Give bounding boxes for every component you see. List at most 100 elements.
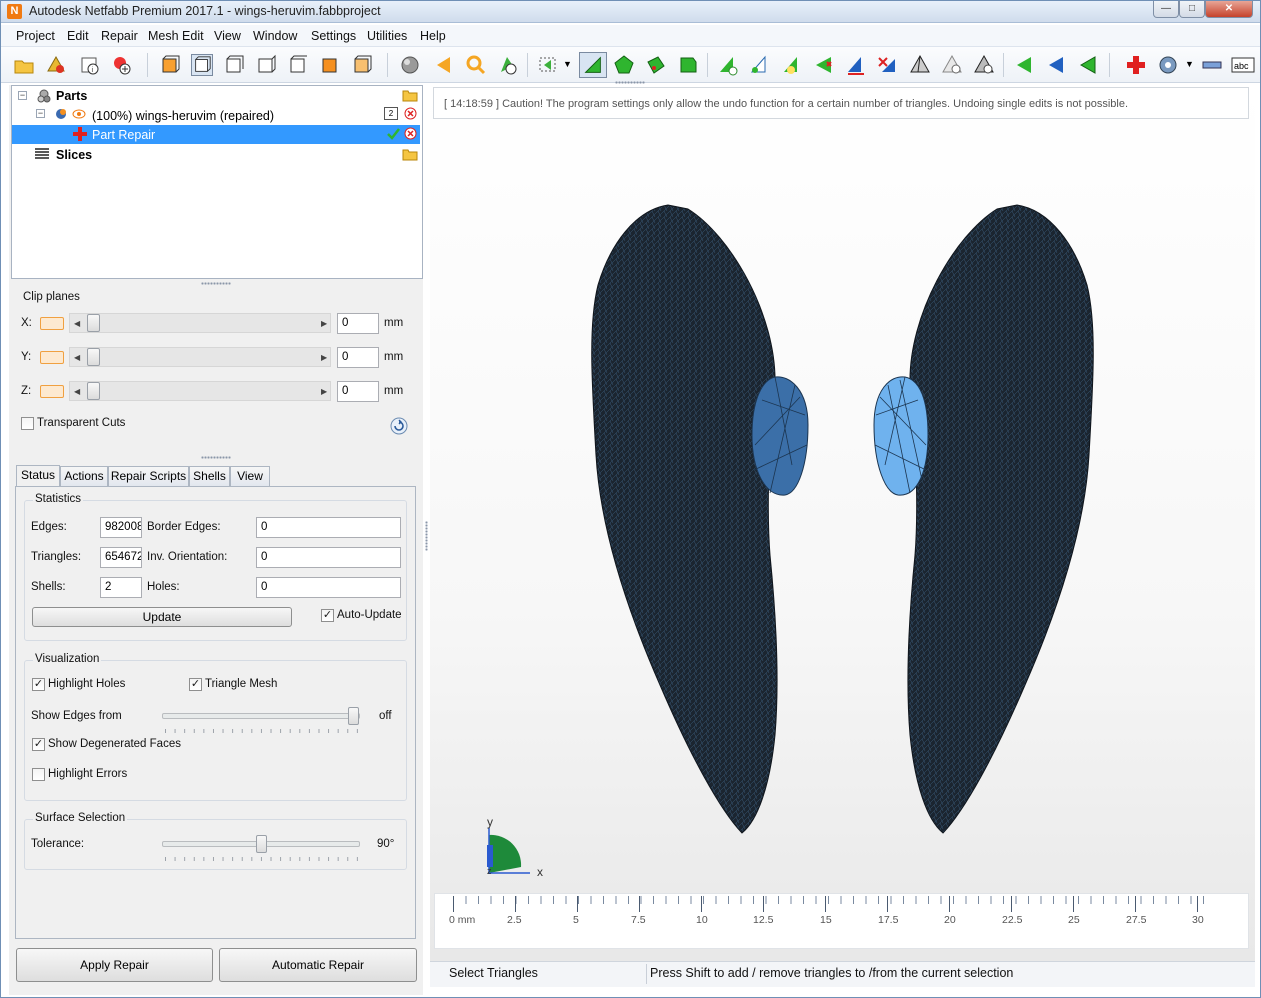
ruler-icon[interactable] [1201,54,1223,76]
clip-z-slider[interactable] [69,381,331,401]
select-shell-icon[interactable] [645,54,667,76]
reset-clip-icon[interactable] [390,417,408,435]
clip-y-right-arrow-icon[interactable]: ▶ [321,353,327,362]
select-mode-icon[interactable] [537,54,559,76]
parts-expander[interactable]: − [18,91,27,100]
menu-project[interactable]: Project [16,29,55,43]
select-surface-icon[interactable] [613,54,635,76]
parts-label[interactable]: Parts [56,89,87,108]
view-left-icon[interactable] [255,54,277,76]
tab-view[interactable]: View [230,466,270,487]
clip-z-left-arrow-icon[interactable]: ◀ [74,387,80,396]
flip-triangle-icon[interactable] [845,54,867,76]
shells-value[interactable]: 2 [100,577,142,598]
clip-x-toggle[interactable] [40,317,64,330]
wings-mesh-model[interactable] [430,85,1255,961]
tab-actions[interactable]: Actions [60,466,108,487]
add-point-icon[interactable] [749,54,771,76]
transparent-cuts-checkbox[interactable] [21,417,34,430]
menu-settings[interactable]: Settings [311,29,356,43]
clip-y-left-arrow-icon[interactable]: ◀ [74,353,80,362]
show-edges-thumb[interactable] [348,707,359,725]
clip-z-thumb[interactable] [87,382,100,400]
apply-repair-button[interactable]: Apply Repair [16,948,213,982]
insert-triangle-icon[interactable] [781,54,803,76]
menu-utilities[interactable]: Utilities [367,29,407,43]
wireframe-tetra-icon[interactable] [909,54,931,76]
add-part-icon[interactable] [45,54,67,76]
splitter-grip-top[interactable] [201,282,231,285]
camera-view-icon[interactable] [1157,54,1179,76]
tab-shells[interactable]: Shells [189,466,230,487]
clip-y-value[interactable]: 0 [337,347,379,368]
parts-tree[interactable]: − Parts − (100%) wings-heruvim (repaired… [11,85,423,279]
tab-status[interactable]: Status [16,465,60,487]
remove-triangle-icon[interactable] [813,54,835,76]
parts-folder-icon[interactable] [402,88,418,102]
part-visibility-icon[interactable] [72,107,86,121]
right-wing[interactable] [907,204,1094,834]
measure-mesh-icon[interactable] [973,54,995,76]
left-wing-hole-fill[interactable] [751,376,809,496]
maximize-button[interactable]: □ [1179,1,1205,18]
cancel-repair-icon[interactable] [404,127,417,140]
view-front-icon[interactable] [159,54,181,76]
menu-view[interactable]: View [214,29,241,43]
slices-label[interactable]: Slices [56,148,92,167]
clip-z-value[interactable]: 0 [337,381,379,402]
menu-window[interactable]: Window [253,29,297,43]
vertical-splitter-grip[interactable] [425,521,428,551]
clip-x-slider[interactable] [69,313,331,333]
layer-badge[interactable]: 2 [384,107,398,120]
part-info-icon[interactable]: i [79,54,101,76]
splitter-grip-bottom[interactable] [201,456,231,459]
tab-repair-scripts[interactable]: Repair Scripts [108,466,189,487]
clip-y-thumb[interactable] [87,348,100,366]
blue-arrow-icon[interactable] [1045,54,1067,76]
remove-part-icon[interactable] [404,107,417,120]
open-folder-icon[interactable] [13,54,35,76]
minimize-button[interactable]: — [1153,1,1179,18]
clip-x-value[interactable]: 0 [337,313,379,334]
part-expander[interactable]: − [36,109,45,118]
update-button[interactable]: Update [32,607,292,627]
green-arrow-alt-icon[interactable] [1077,54,1099,76]
view-bottom-icon[interactable] [223,54,245,76]
text-label-icon[interactable]: abc [1231,54,1255,76]
show-edges-slider[interactable] [162,713,360,719]
holes-value[interactable]: 0 [256,577,401,598]
cut-triangle-icon[interactable] [877,54,899,76]
reduce-mesh-icon[interactable] [941,54,963,76]
part-repair-label[interactable]: Part Repair [92,128,155,147]
view-back-icon[interactable] [319,54,341,76]
tolerance-thumb[interactable] [256,835,267,853]
triangles-value[interactable]: 654672 [100,547,142,568]
triangle-info-icon[interactable] [497,54,519,76]
apply-check-icon[interactable] [386,127,400,141]
select-all-icon[interactable] [677,54,699,76]
clip-x-right-arrow-icon[interactable]: ▶ [321,319,327,328]
3d-viewport[interactable]: y x z [430,85,1255,961]
clip-y-toggle[interactable] [40,351,64,364]
edges-value[interactable]: 982008 [100,517,142,538]
menu-repair[interactable]: Repair [101,29,138,43]
menu-edit[interactable]: Edit [67,29,89,43]
view-iso-icon[interactable] [351,54,373,76]
view-top-icon[interactable] [191,54,213,76]
add-repair-icon[interactable] [111,54,133,76]
zoom-icon[interactable] [465,54,487,76]
clip-y-slider[interactable] [69,347,331,367]
clip-x-thumb[interactable] [87,314,100,332]
triangle-mesh-checkbox[interactable]: ✓ [189,678,202,691]
clip-x-left-arrow-icon[interactable]: ◀ [74,319,80,328]
highlight-holes-checkbox[interactable]: ✓ [32,678,45,691]
close-button[interactable]: ✕ [1205,1,1253,18]
select-triangles-icon[interactable] [579,52,607,78]
slices-folder-icon[interactable] [402,147,418,161]
menu-mesh-edit[interactable]: Mesh Edit [148,29,204,43]
show-degenerated-checkbox[interactable]: ✓ [32,738,45,751]
border-edges-value[interactable]: 0 [256,517,401,538]
camera-dropdown-icon[interactable]: ▼ [1185,59,1194,69]
menu-help[interactable]: Help [420,29,446,43]
add-triangle-icon[interactable] [717,54,739,76]
